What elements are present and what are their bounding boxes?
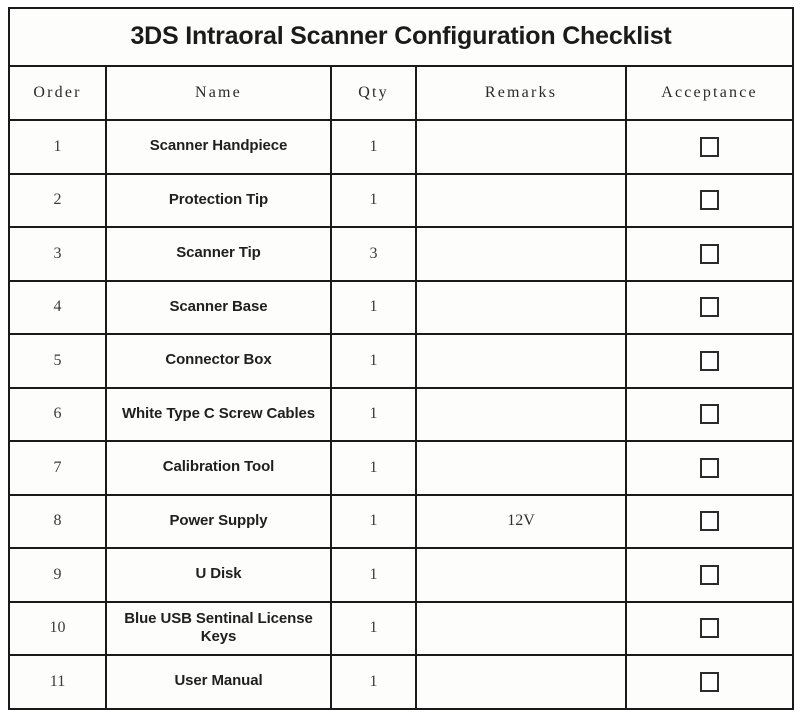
column-header-acceptance: Acceptance	[625, 65, 794, 121]
cell-name: Blue USB Sentinal License Keys	[105, 600, 332, 656]
column-header-qty: Qty	[330, 65, 417, 121]
table-row: 9 U Disk 1	[8, 547, 794, 603]
cell-remarks	[415, 547, 627, 603]
acceptance-checkbox[interactable]	[700, 243, 719, 264]
cell-qty: 1	[330, 386, 417, 442]
acceptance-checkbox[interactable]	[700, 671, 719, 692]
table-row: 7 Calibration Tool 1	[8, 440, 794, 496]
acceptance-checkbox[interactable]	[700, 511, 719, 532]
cell-remarks: 12V	[415, 493, 627, 549]
cell-remarks	[415, 333, 627, 389]
document-page: 3DS Intraoral Scanner Configuration Chec…	[0, 0, 800, 712]
cell-qty: 1	[330, 547, 417, 603]
acceptance-checkbox[interactable]	[700, 190, 719, 211]
table-row: 1 Scanner Handpiece 1	[8, 119, 794, 175]
acceptance-checkbox[interactable]	[700, 564, 719, 585]
cell-name: Scanner Handpiece	[105, 119, 332, 175]
cell-qty: 1	[330, 119, 417, 175]
table-body: 1 Scanner Handpiece 1 2 Protection Tip 1…	[8, 119, 794, 710]
acceptance-checkbox[interactable]	[700, 457, 719, 478]
configuration-checklist-table: 3DS Intraoral Scanner Configuration Chec…	[8, 7, 794, 710]
cell-acceptance	[625, 333, 794, 389]
page-title: 3DS Intraoral Scanner Configuration Chec…	[8, 7, 794, 67]
cell-order: 4	[8, 279, 107, 335]
cell-remarks	[415, 226, 627, 282]
column-header-row: Order Name Qty Remarks Acceptance	[8, 65, 794, 121]
cell-order: 7	[8, 440, 107, 496]
cell-order: 6	[8, 386, 107, 442]
cell-acceptance	[625, 600, 794, 656]
cell-qty: 1	[330, 333, 417, 389]
cell-remarks	[415, 600, 627, 656]
table-row: 10 Blue USB Sentinal License Keys 1	[8, 600, 794, 656]
table-header: 3DS Intraoral Scanner Configuration Chec…	[8, 7, 794, 121]
cell-acceptance	[625, 654, 794, 710]
cell-remarks	[415, 172, 627, 228]
cell-qty: 1	[330, 654, 417, 710]
cell-order: 1	[8, 119, 107, 175]
cell-remarks	[415, 654, 627, 710]
cell-order: 8	[8, 493, 107, 549]
cell-acceptance	[625, 279, 794, 335]
table-row: 6 White Type C Screw Cables 1	[8, 386, 794, 442]
table-row: 2 Protection Tip 1	[8, 172, 794, 228]
column-header-name: Name	[105, 65, 332, 121]
cell-qty: 1	[330, 279, 417, 335]
title-row: 3DS Intraoral Scanner Configuration Chec…	[8, 7, 794, 67]
cell-qty: 1	[330, 600, 417, 656]
cell-qty: 1	[330, 493, 417, 549]
cell-name: U Disk	[105, 547, 332, 603]
cell-order: 2	[8, 172, 107, 228]
cell-name: User Manual	[105, 654, 332, 710]
acceptance-checkbox[interactable]	[700, 404, 719, 425]
table-row: 8 Power Supply 1 12V	[8, 493, 794, 549]
acceptance-checkbox[interactable]	[700, 618, 719, 639]
cell-name: Power Supply	[105, 493, 332, 549]
table-row: 11 User Manual 1	[8, 654, 794, 710]
cell-order: 9	[8, 547, 107, 603]
cell-remarks	[415, 279, 627, 335]
cell-name: Calibration Tool	[105, 440, 332, 496]
cell-name: Scanner Tip	[105, 226, 332, 282]
table-row: 4 Scanner Base 1	[8, 279, 794, 335]
column-header-order: Order	[8, 65, 107, 121]
column-header-remarks: Remarks	[415, 65, 627, 121]
cell-order: 5	[8, 333, 107, 389]
acceptance-checkbox[interactable]	[700, 350, 719, 371]
cell-qty: 1	[330, 440, 417, 496]
table-row: 3 Scanner Tip 3	[8, 226, 794, 282]
cell-acceptance	[625, 440, 794, 496]
cell-qty: 1	[330, 172, 417, 228]
cell-remarks	[415, 440, 627, 496]
cell-acceptance	[625, 386, 794, 442]
cell-remarks	[415, 119, 627, 175]
cell-order: 3	[8, 226, 107, 282]
table-row: 5 Connector Box 1	[8, 333, 794, 389]
cell-order: 11	[8, 654, 107, 710]
acceptance-checkbox[interactable]	[700, 136, 719, 157]
cell-acceptance	[625, 547, 794, 603]
cell-qty: 3	[330, 226, 417, 282]
cell-name: Connector Box	[105, 333, 332, 389]
cell-name: Protection Tip	[105, 172, 332, 228]
cell-order: 10	[8, 600, 107, 656]
cell-acceptance	[625, 493, 794, 549]
cell-remarks	[415, 386, 627, 442]
cell-name: Scanner Base	[105, 279, 332, 335]
cell-acceptance	[625, 119, 794, 175]
acceptance-checkbox[interactable]	[700, 297, 719, 318]
cell-acceptance	[625, 226, 794, 282]
cell-acceptance	[625, 172, 794, 228]
cell-name: White Type C Screw Cables	[105, 386, 332, 442]
